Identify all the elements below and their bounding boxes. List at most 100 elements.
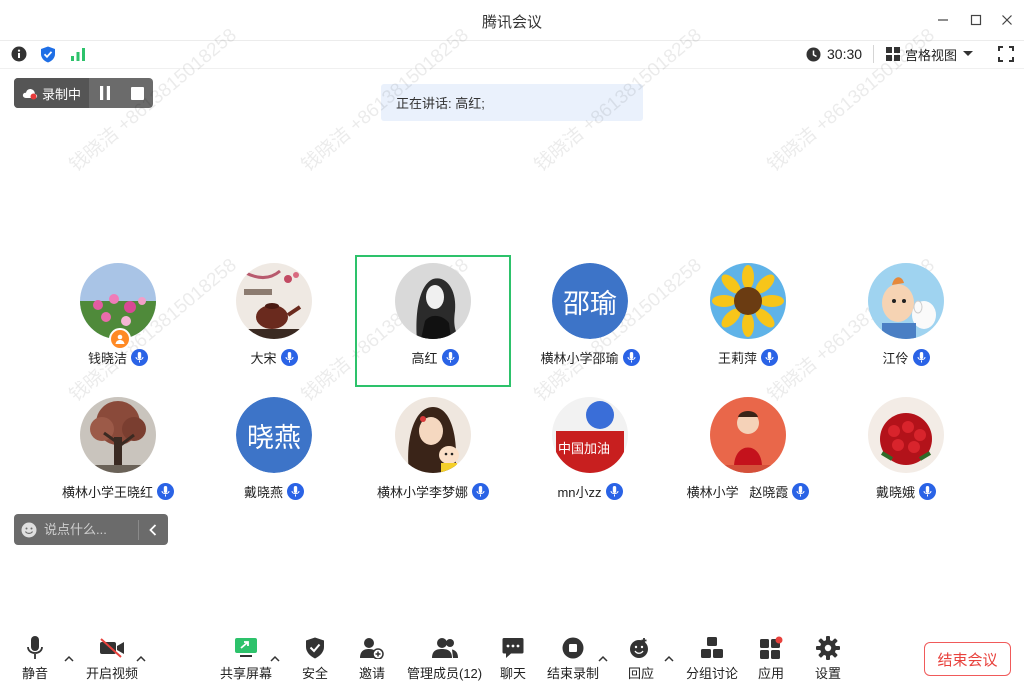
microphone-icon: [27, 636, 43, 659]
mic-icon: [912, 349, 930, 366]
emoji-button[interactable]: [14, 522, 44, 538]
participant-tile[interactable]: 横林小学李梦娜: [355, 389, 511, 521]
chevron-left-icon: [149, 523, 157, 536]
end-recording-button[interactable]: 结束录制: [547, 636, 599, 682]
chat-label: 聊天: [500, 666, 527, 681]
add-user-icon: [360, 638, 384, 659]
meeting-info-button[interactable]: [9, 44, 29, 64]
participant-name-row: 横林小学邵瑜: [512, 348, 668, 367]
mute-button[interactable]: 静音: [22, 636, 48, 682]
network-signal-button[interactable]: [68, 44, 88, 64]
breakout-rooms-button[interactable]: 分组讨论: [686, 636, 738, 682]
video-off-icon: [100, 638, 124, 658]
participant-tile[interactable]: 江伶: [828, 255, 984, 387]
participant-tile-active[interactable]: 高红: [355, 255, 511, 387]
chat-bubble-icon: [502, 638, 524, 658]
participant-tile[interactable]: 钱晓洁: [40, 255, 196, 387]
avatar-initials: 邵瑜: [552, 263, 628, 339]
teapot-photo-icon: [236, 263, 312, 339]
close-button[interactable]: [997, 10, 1017, 30]
participant-tile[interactable]: 戴晓娥: [828, 389, 984, 521]
status-divider: [873, 45, 874, 63]
chat-button[interactable]: 聊天: [500, 636, 526, 682]
record-options-caret[interactable]: [597, 652, 609, 664]
participant-tile[interactable]: 横林小学 赵晓霞: [670, 389, 826, 521]
avatar: [868, 397, 944, 473]
mic-icon: [472, 483, 489, 500]
settings-label: 设置: [815, 666, 842, 681]
avatar: 邵瑜: [552, 263, 628, 339]
participant-tile[interactable]: 晓燕 戴晓燕: [196, 389, 352, 521]
video-options-caret[interactable]: [135, 652, 147, 664]
speaking-text: 正在讲话: 高红;: [396, 96, 485, 111]
host-badge: [109, 328, 131, 350]
participant-tile[interactable]: 横林小学王晓红: [40, 389, 196, 521]
view-mode-dropdown[interactable]: 宫格视图: [886, 44, 974, 64]
breakout-rooms-label: 分组讨论: [686, 666, 739, 681]
mic-icon: [441, 349, 459, 366]
start-video-button[interactable]: 开启视频: [86, 636, 138, 682]
stop-recording-button[interactable]: [121, 78, 153, 108]
maximize-button[interactable]: [966, 10, 986, 30]
end-meeting-button[interactable]: 结束会议: [924, 642, 1011, 676]
participant-name: 戴晓燕: [243, 485, 283, 500]
recording-status[interactable]: 录制中: [14, 78, 89, 108]
participant-name-row: mn小zz: [512, 482, 668, 501]
stop-icon: [130, 86, 144, 100]
mic-icon: [792, 483, 810, 500]
minimize-icon: [938, 19, 948, 21]
participant-name-row: 钱晓洁: [40, 348, 196, 367]
status-bar: 30:30 宫格视图: [0, 40, 1024, 69]
pause-icon: [100, 86, 110, 100]
mic-icon: [157, 483, 174, 500]
participant-tile[interactable]: 大宋: [196, 255, 352, 387]
timer-text: 30:30: [827, 46, 863, 62]
settings-button[interactable]: 设置: [815, 636, 841, 682]
avatar: [395, 263, 471, 339]
pause-recording-button[interactable]: [89, 78, 121, 108]
reactions-label: 回应: [628, 666, 655, 681]
share-screen-button[interactable]: 共享屏幕: [220, 636, 272, 682]
baby-photo-icon: [710, 397, 786, 473]
breakout-rooms-icon: [701, 637, 723, 658]
members-icon: [431, 638, 458, 658]
participant-tile[interactable]: 邵瑜 横林小学邵瑜: [512, 255, 668, 387]
participant-name-row: 江伶: [828, 348, 984, 367]
fullscreen-button[interactable]: [996, 44, 1016, 64]
mic-icon: [287, 483, 304, 500]
participant-name-row: 大宋: [196, 348, 352, 367]
mic-icon: [919, 483, 936, 500]
participant-name-row: 戴晓娥: [828, 482, 984, 501]
security-button[interactable]: 安全: [302, 636, 328, 682]
share-options-caret[interactable]: [269, 652, 281, 664]
security-label: 安全: [302, 666, 329, 681]
end-recording-label: 结束录制: [547, 666, 600, 681]
portrait-sketch-photo-icon: [395, 263, 471, 339]
chat-input[interactable]: [44, 517, 134, 542]
participant-name: 横林小学邵瑜: [540, 351, 619, 366]
participant-name: mn小zz: [557, 485, 602, 500]
avatar: [710, 263, 786, 339]
caret-down-icon: [963, 51, 974, 56]
invite-button[interactable]: 邀请: [359, 636, 385, 682]
chevron-up-icon: [136, 655, 146, 662]
sunflower-photo-icon: [710, 263, 786, 339]
cloud-record-icon: [22, 89, 38, 100]
manage-members-button[interactable]: 管理成员(12): [407, 636, 482, 682]
participant-tile[interactable]: 中国加油 mn小zz: [512, 389, 668, 521]
minimize-button[interactable]: [933, 10, 953, 30]
participant-name: 钱晓洁: [87, 351, 127, 366]
security-status-button[interactable]: [38, 44, 58, 64]
audio-options-caret[interactable]: [63, 652, 75, 664]
bottom-toolbar: 静音 开启视频 共享屏幕 安全 邀请 管理成员(12) 聊天 结束录制 回应 分…: [0, 630, 1024, 687]
participant-tile[interactable]: 王莉萍: [670, 255, 826, 387]
collapse-chat-button[interactable]: [139, 523, 167, 536]
participant-name: 大宋: [250, 351, 277, 366]
reactions-button[interactable]: 回应: [628, 636, 654, 682]
stop-record-icon: [562, 637, 584, 659]
chevron-up-icon: [664, 655, 674, 662]
participant-name-row: 高红: [357, 348, 513, 367]
reactions-options-caret[interactable]: [663, 652, 675, 664]
participant-name: 王莉萍: [717, 351, 757, 366]
apps-button[interactable]: 应用: [758, 636, 784, 682]
